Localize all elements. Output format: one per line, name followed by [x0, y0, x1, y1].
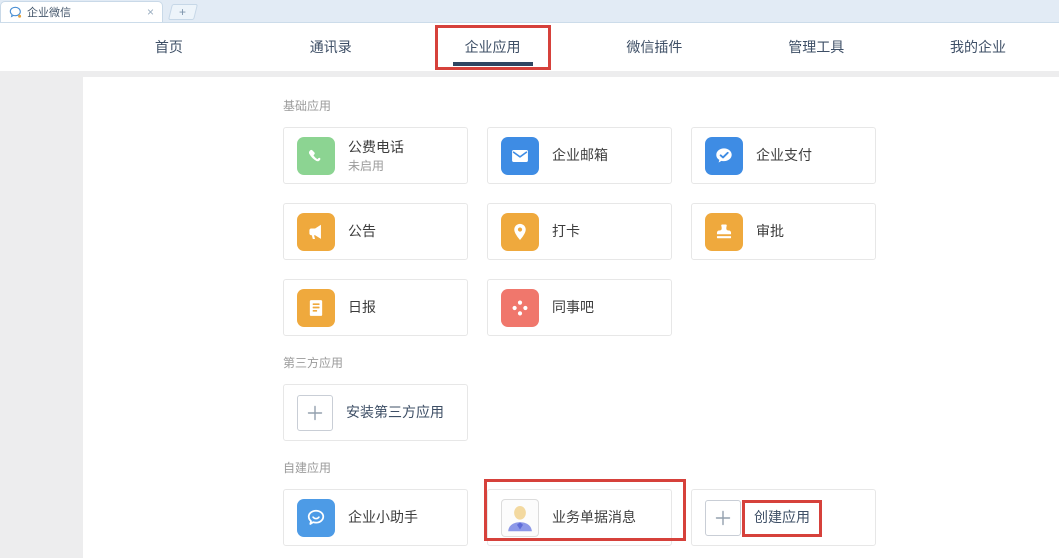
- app-card-install-third-party[interactable]: 安装第三方应用: [283, 384, 468, 441]
- chat-bubble-icon: [297, 499, 335, 537]
- app-card-business-doc-message[interactable]: 业务单据消息: [487, 489, 672, 546]
- app-title: 打卡: [552, 223, 580, 240]
- section-title-self-built: 自建应用: [283, 461, 1059, 475]
- basic-apps-grid: 公费电话 未启用 企业邮箱: [283, 127, 1059, 336]
- nav-label: 微信插件: [626, 37, 682, 57]
- app-title: 企业邮箱: [552, 147, 608, 164]
- app-card-daily-report[interactable]: 日报: [283, 279, 468, 336]
- avatar-icon: [501, 499, 539, 537]
- tab-title: 企业微信: [27, 4, 145, 20]
- self-built-grid: 企业小助手 业务单据消息: [283, 489, 1059, 546]
- app-card-announcement[interactable]: 公告: [283, 203, 468, 260]
- nav-item-my-company[interactable]: 我的企业: [897, 23, 1059, 71]
- app-title: 业务单据消息: [552, 509, 636, 526]
- app-card-checkin[interactable]: 打卡: [487, 203, 672, 260]
- plus-icon: +: [179, 6, 186, 18]
- browser-tab-strip: 企业微信 × +: [0, 0, 1059, 23]
- page-background: 基础应用 公费电话 未启用: [0, 71, 1059, 558]
- browser-tab[interactable]: 企业微信 ×: [0, 1, 163, 22]
- active-tab-underline: [453, 62, 533, 66]
- wechat-work-admin-window: 企业微信 × + 首页 通讯录 企业应用 微信插件 管理工具 我的企业: [0, 0, 1059, 558]
- phone-icon: [297, 137, 335, 175]
- nav-item-wechat-plugin[interactable]: 微信插件: [573, 23, 735, 71]
- section-title-basic-apps: 基础应用: [283, 99, 1059, 113]
- third-party-grid: 安装第三方应用: [283, 384, 1059, 441]
- app-card-approval[interactable]: 审批: [691, 203, 876, 260]
- report-icon: [297, 289, 335, 327]
- plus-icon: [297, 395, 333, 431]
- wechat-pay-icon: [705, 137, 743, 175]
- colleagues-icon: [501, 289, 539, 327]
- app-title: 创建应用: [754, 509, 810, 526]
- nav-item-admin-tools[interactable]: 管理工具: [735, 23, 897, 71]
- app-title: 企业支付: [756, 147, 812, 164]
- section-title-third-party: 第三方应用: [283, 356, 1059, 370]
- app-title: 公费电话: [348, 139, 404, 156]
- app-card-enterprise-mail[interactable]: 企业邮箱: [487, 127, 672, 184]
- nav-label: 我的企业: [950, 37, 1006, 57]
- location-pin-icon: [501, 213, 539, 251]
- nav-label: 首页: [155, 37, 183, 57]
- app-title: 公告: [348, 223, 376, 240]
- nav-label: 通讯录: [310, 37, 352, 57]
- app-title: 同事吧: [552, 299, 594, 316]
- app-title: 审批: [756, 223, 784, 240]
- content-panel: 基础应用 公费电话 未启用: [83, 77, 1059, 558]
- app-title: 安装第三方应用: [346, 404, 444, 421]
- new-tab-button[interactable]: +: [168, 4, 198, 20]
- nav-item-enterprise-apps[interactable]: 企业应用: [412, 23, 574, 71]
- app-card-create-app[interactable]: 创建应用: [691, 489, 876, 546]
- wechat-work-favicon: [9, 6, 22, 19]
- main-nav: 首页 通讯录 企业应用 微信插件 管理工具 我的企业: [0, 23, 1059, 72]
- app-card-colleagues[interactable]: 同事吧: [487, 279, 672, 336]
- app-card-enterprise-pay[interactable]: 企业支付: [691, 127, 876, 184]
- app-card-free-call[interactable]: 公费电话 未启用: [283, 127, 468, 184]
- app-title: 日报: [348, 299, 376, 316]
- megaphone-icon: [297, 213, 335, 251]
- nav-item-contacts[interactable]: 通讯录: [250, 23, 412, 71]
- nav-item-home[interactable]: 首页: [88, 23, 250, 71]
- mail-icon: [501, 137, 539, 175]
- stamp-icon: [705, 213, 743, 251]
- tab-close-icon[interactable]: ×: [145, 4, 156, 20]
- app-status: 未启用: [348, 159, 404, 173]
- nav-label: 企业应用: [465, 37, 521, 57]
- app-title: 企业小助手: [348, 509, 418, 526]
- nav-label: 管理工具: [788, 37, 844, 57]
- app-card-assistant[interactable]: 企业小助手: [283, 489, 468, 546]
- plus-icon: [705, 500, 741, 536]
